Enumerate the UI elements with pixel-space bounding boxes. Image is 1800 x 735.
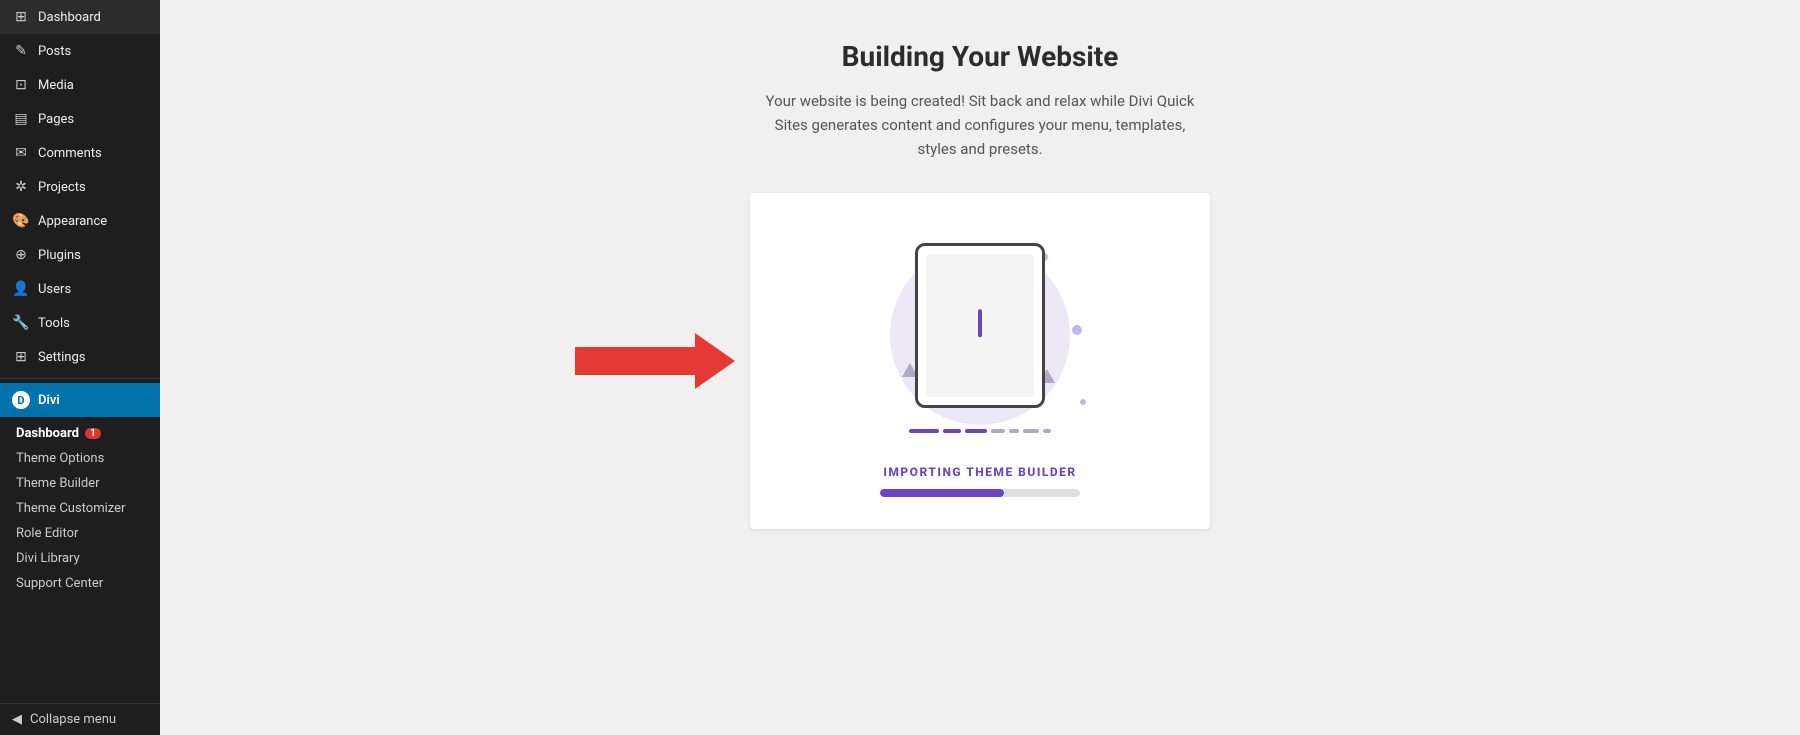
divi-sub-item-support-center[interactable]: Support Center [0,571,160,596]
red-arrow [575,333,735,389]
illus-device-inner [926,254,1034,397]
users-icon: 👤 [12,280,30,298]
sidebar-item-label: Media [38,78,74,93]
sidebar-item-label: Pages [38,112,74,127]
progress-fill [880,489,1004,497]
dashboard-icon: ⊞ [12,8,30,26]
line-seg-3 [965,429,987,433]
illus-cursor [978,309,982,337]
sidebar-item-settings[interactable]: ⊞ Settings [0,340,160,374]
sidebar-item-label: Comments [38,146,102,161]
arrow-body [575,347,695,375]
divi-sub-label: Theme Customizer [16,501,125,516]
pages-icon: ▤ [12,110,30,128]
sidebar-item-pages[interactable]: ▤ Pages [0,102,160,136]
divi-icon: D [12,391,30,409]
divi-sub-item-role-editor[interactable]: Role Editor [0,521,160,546]
collapse-arrow-icon: ◀ [12,712,22,727]
dot-3 [1080,399,1086,405]
sidebar: ⊞ Dashboard ✎ Posts ⊡ Media ▤ Pages ✉ Co… [0,0,160,735]
divi-submenu: Dashboard 1 Theme Options Theme Builder … [0,417,160,596]
sidebar-item-posts[interactable]: ✎ Posts [0,34,160,68]
sidebar-item-label: Posts [38,44,71,59]
sidebar-item-label: Dashboard [38,10,101,25]
dot-2 [1072,325,1082,335]
appearance-icon: 🎨 [12,212,30,230]
divi-sub-label: Theme Builder [16,476,100,491]
illus-lines [909,429,1051,433]
posts-icon: ✎ [12,42,30,60]
main-content: Building Your Website Your website is be… [160,0,1800,735]
sidebar-item-plugins[interactable]: ⊕ Plugins [0,238,160,272]
line-seg-7 [1043,429,1051,433]
page-subtitle: Your website is being created! Sit back … [760,89,1200,161]
line-seg-1 [909,429,939,433]
arrow-head [695,333,735,389]
building-card: IMPORTING THEME BUILDER [750,193,1210,529]
divi-sub-label: Divi Library [16,551,80,566]
collapse-menu-label: Collapse menu [30,712,116,727]
sidebar-item-label: Users [38,282,71,297]
progress-track [880,489,1080,497]
sidebar-item-label: Divi [38,393,60,408]
sidebar-item-tools[interactable]: 🔧 Tools [0,306,160,340]
sidebar-item-divi[interactable]: D Divi [0,383,160,417]
sidebar-item-dashboard[interactable]: ⊞ Dashboard [0,0,160,34]
sidebar-item-appearance[interactable]: 🎨 Appearance [0,204,160,238]
line-seg-5 [1009,429,1019,433]
sidebar-item-label: Plugins [38,248,81,263]
tools-icon: 🔧 [12,314,30,332]
divi-sub-item-divi-library[interactable]: Divi Library [0,546,160,571]
sidebar-item-label: Settings [38,350,85,365]
projects-icon: ✲ [12,178,30,196]
collapse-menu-button[interactable]: ◀ Collapse menu [0,703,160,735]
divi-sub-item-dashboard[interactable]: Dashboard 1 [0,421,160,446]
divi-sub-label: Role Editor [16,526,78,541]
card-wrapper: IMPORTING THEME BUILDER [750,193,1210,529]
sidebar-item-users[interactable]: 👤 Users [0,272,160,306]
plugins-icon: ⊕ [12,246,30,264]
settings-icon: ⊞ [12,348,30,366]
line-seg-2 [943,429,961,433]
media-icon: ⊡ [12,76,30,94]
divi-sub-label: Theme Options [16,451,104,466]
comments-icon: ✉ [12,144,30,162]
page-title: Building Your Website [842,40,1119,73]
divi-sub-item-theme-customizer[interactable]: Theme Customizer [0,496,160,521]
divi-sub-item-theme-builder[interactable]: Theme Builder [0,471,160,496]
illus-device [915,243,1045,408]
sidebar-item-projects[interactable]: ✲ Projects [0,170,160,204]
dashboard-badge: 1 [85,428,101,439]
line-seg-6 [1023,429,1039,433]
sidebar-item-media[interactable]: ⊡ Media [0,68,160,102]
divi-sub-label: Support Center [16,576,103,591]
sidebar-item-comments[interactable]: ✉ Comments [0,136,160,170]
divi-sub-label: Dashboard [16,426,79,441]
line-seg-4 [991,429,1005,433]
divi-sub-item-theme-options[interactable]: Theme Options [0,446,160,471]
sidebar-item-label: Tools [38,316,70,331]
separator [0,378,160,379]
sidebar-item-label: Appearance [38,214,107,229]
progress-label: IMPORTING THEME BUILDER [883,465,1076,479]
sidebar-item-label: Projects [38,180,86,195]
illustration [850,225,1110,445]
